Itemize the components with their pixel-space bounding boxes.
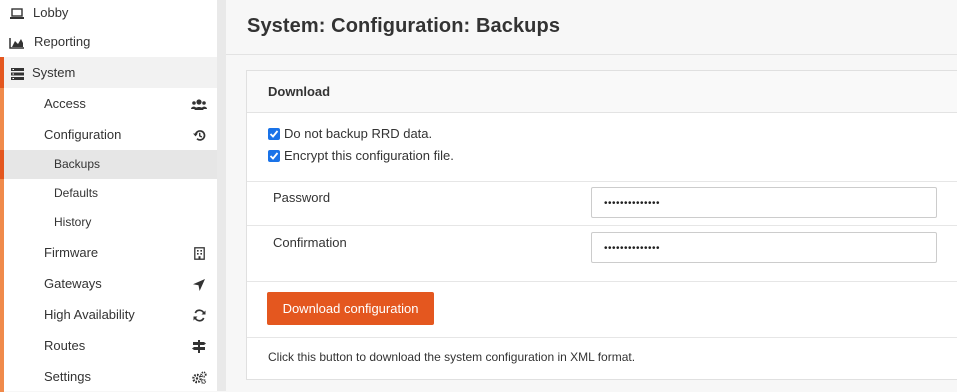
- download-configuration-button[interactable]: Download configuration: [267, 292, 434, 325]
- sidebar-item-settings[interactable]: Settings: [0, 361, 217, 392]
- title-divider: [226, 54, 957, 55]
- sidebar-item-defaults[interactable]: Defaults: [0, 179, 217, 208]
- building-icon: [191, 237, 207, 268]
- main-content: System: Configuration: Backups Download …: [226, 0, 957, 391]
- password-field[interactable]: ••••••••••••••: [591, 187, 937, 218]
- sidebar-item-label: Gateways: [44, 276, 102, 291]
- password-label: Password: [273, 190, 331, 205]
- history-icon: [191, 119, 207, 150]
- sidebar-item-label: Routes: [44, 338, 86, 353]
- sidebar-item-label: Defaults: [54, 186, 99, 200]
- laptop-icon: [8, 0, 26, 26]
- encrypt-checkbox[interactable]: [268, 150, 280, 162]
- sidebar-item-high-availability[interactable]: High Availability: [0, 299, 217, 330]
- sidebar-item-label: Settings: [44, 369, 91, 384]
- system-menu-group: System Access Configuration Backups Defa…: [0, 57, 217, 392]
- sidebar-item-label: Access: [44, 96, 86, 111]
- server-icon: [8, 57, 26, 88]
- sidebar-item-gateways[interactable]: Gateways: [0, 268, 217, 299]
- panel-header: Download: [247, 71, 957, 113]
- page-title: System: Configuration: Backups: [247, 15, 561, 37]
- divider: [247, 181, 957, 182]
- sidebar-item-access[interactable]: Access: [0, 88, 217, 119]
- sidebar-item-history[interactable]: History: [0, 208, 217, 237]
- help-text: Click this button to download the system…: [268, 350, 636, 364]
- divider: [247, 225, 957, 226]
- signpost-icon: [191, 330, 207, 361]
- location-arrow-icon: [191, 268, 207, 299]
- refresh-icon: [191, 299, 207, 330]
- sidebar-item-label: System: [32, 65, 76, 80]
- confirmation-label: Confirmation: [273, 235, 347, 250]
- sidebar-item-label: Configuration: [44, 127, 122, 142]
- divider: [247, 337, 957, 338]
- sidebar-item-label: Backups: [54, 157, 101, 171]
- cogs-icon: [191, 361, 207, 392]
- download-panel: Download Do not backup RRD data. Encrypt…: [246, 70, 957, 380]
- sidebar-scrollbar[interactable]: [217, 0, 226, 391]
- rrd-checkbox-label: Do not backup RRD data.: [284, 126, 433, 141]
- sidebar: Lobby Reporting System Access Configurat…: [0, 0, 217, 392]
- encrypt-checkbox-label: Encrypt this configuration file.: [284, 148, 454, 163]
- sidebar-item-label: High Availability: [44, 307, 135, 322]
- sidebar-item-lobby[interactable]: Lobby: [0, 0, 217, 26]
- rrd-checkbox[interactable]: [268, 128, 280, 140]
- area-chart-icon: [8, 26, 26, 57]
- sidebar-item-routes[interactable]: Routes: [0, 330, 217, 361]
- sidebar-item-label: History: [54, 215, 92, 229]
- users-icon: [191, 88, 207, 119]
- sidebar-item-firmware[interactable]: Firmware: [0, 237, 217, 268]
- sidebar-item-system[interactable]: System: [0, 57, 217, 88]
- sidebar-item-reporting[interactable]: Reporting: [0, 26, 217, 57]
- sidebar-item-label: Reporting: [34, 34, 91, 49]
- divider: [247, 281, 957, 282]
- sidebar-item-backups[interactable]: Backups: [0, 150, 217, 179]
- panel-heading: Download: [268, 84, 331, 99]
- sidebar-item-label: Lobby: [33, 5, 69, 20]
- sidebar-item-configuration[interactable]: Configuration: [0, 119, 217, 150]
- confirmation-field[interactable]: ••••••••••••••: [591, 232, 937, 263]
- sidebar-item-label: Firmware: [44, 245, 99, 260]
